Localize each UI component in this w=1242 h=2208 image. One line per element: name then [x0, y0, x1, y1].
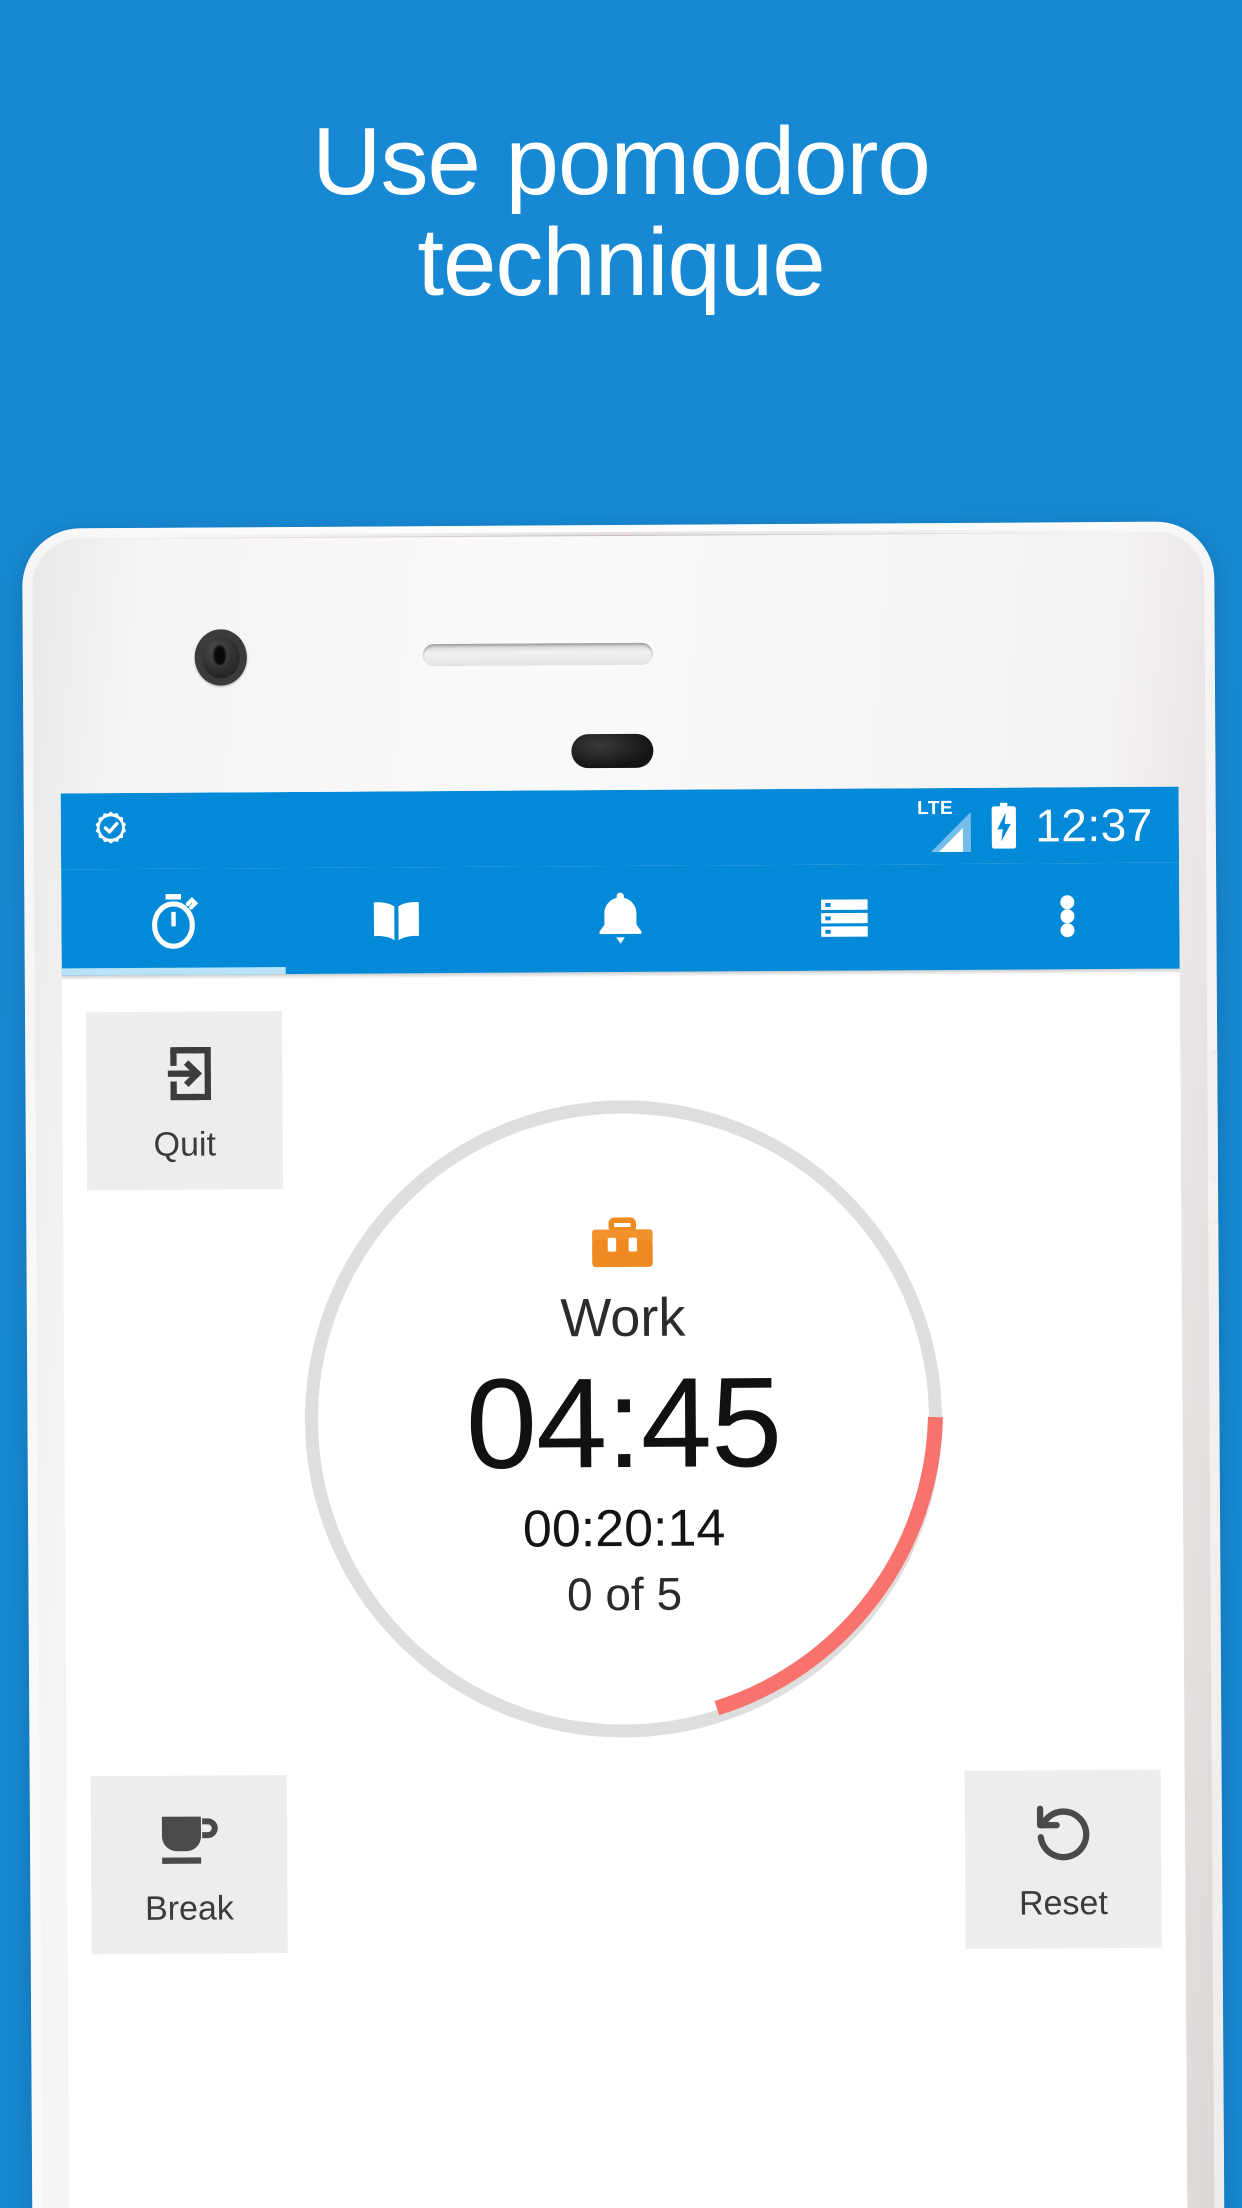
- timer-elapsed-total: 00:20:14: [522, 1499, 726, 1559]
- earpiece-speaker: [422, 642, 653, 667]
- signal-bars-icon: LTE: [917, 798, 973, 853]
- app-screen: LTE 12:37 Quit Break Reset Work 04:45 00…: [60, 786, 1188, 2208]
- overflow-tab[interactable]: [955, 863, 1179, 970]
- bell-icon: [599, 892, 642, 944]
- status-bar-right: LTE 12:37: [917, 798, 1153, 853]
- front-camera-icon: [194, 629, 247, 686]
- status-bar-left: [87, 802, 918, 855]
- timer-mode-label: Work: [560, 1287, 686, 1349]
- status-bar-clock: 12:37: [1035, 798, 1153, 852]
- book-icon: [374, 901, 420, 941]
- list-tab[interactable]: [732, 864, 956, 971]
- reset-arrow-icon: [1036, 1805, 1090, 1860]
- status-bar: LTE 12:37: [60, 786, 1180, 870]
- exit-arrow-icon: [167, 1046, 212, 1100]
- book-tab[interactable]: [285, 867, 509, 974]
- reset-button[interactable]: Reset: [964, 1769, 1162, 1949]
- tab-bar: [61, 862, 1180, 976]
- active-tab-indicator: [61, 967, 286, 976]
- list-icon: [820, 899, 868, 937]
- coffee-cup-icon: [161, 1816, 218, 1864]
- reset-button-label: Reset: [1018, 1883, 1108, 1923]
- stopwatch-icon: [151, 894, 198, 949]
- toolbox-emoji-icon: [589, 1217, 655, 1273]
- break-button-label: Break: [144, 1888, 234, 1928]
- battery-charging-icon: [992, 802, 1017, 849]
- timer-tab[interactable]: [61, 868, 285, 975]
- timer-cycle-count: 0 of 5: [566, 1567, 683, 1621]
- pomodoro-progress-ring: Work 04:45 00:20:14 0 of 5: [289, 1085, 957, 1753]
- phone-top-seam: [82, 528, 1155, 540]
- phone-mockup: LTE 12:37 Quit Break Reset Work 04:45 00…: [22, 521, 1225, 2208]
- power-button[interactable]: [1209, 1051, 1225, 1180]
- promo-headline-line1: Use pomodoro: [312, 108, 931, 215]
- timer-screen: Quit Break Reset Work 04:45 00:20:14 0 o…: [61, 973, 1188, 2208]
- quit-button-label: Quit: [153, 1124, 217, 1164]
- break-button[interactable]: Break: [90, 1775, 288, 1955]
- quit-button[interactable]: Quit: [85, 1011, 284, 1191]
- timer-remaining: 04:45: [465, 1350, 782, 1496]
- alarm-tab[interactable]: [508, 865, 732, 972]
- promo-headline: Use pomodoro technique: [0, 111, 1242, 316]
- clock-check-icon: [95, 811, 127, 844]
- volume-button[interactable]: [1210, 1221, 1225, 1432]
- timer-readout: Work 04:45 00:20:14 0 of 5: [289, 1085, 957, 1753]
- more-horizontal-icon: [1060, 895, 1075, 938]
- sensor-pill: [571, 733, 654, 769]
- promo-headline-line2: technique: [417, 208, 825, 316]
